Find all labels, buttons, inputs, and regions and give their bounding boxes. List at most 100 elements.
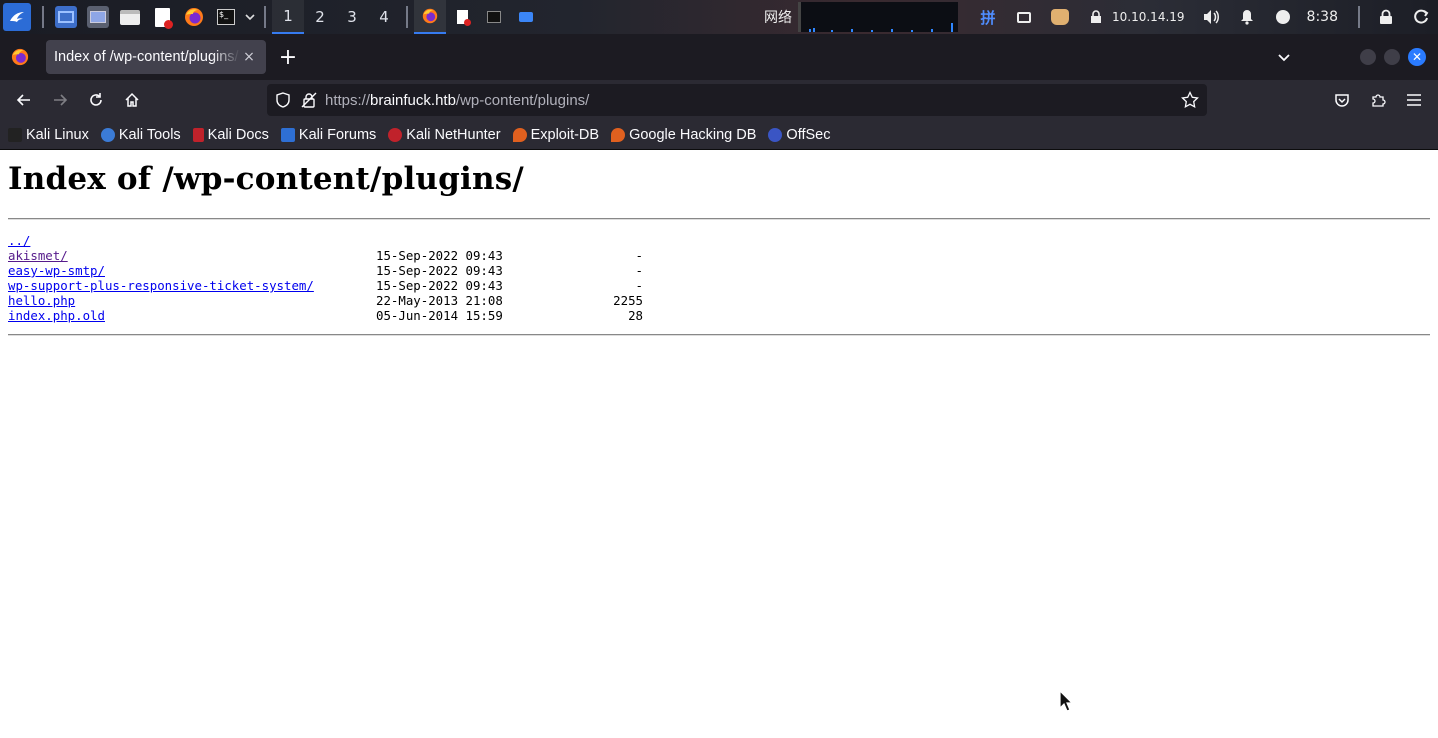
tab-active[interactable]: Index of /wp-content/plugins/ × (46, 40, 266, 74)
vpn-lock-icon[interactable] (1084, 5, 1108, 29)
task-text-editor[interactable] (446, 0, 478, 34)
ghdb-icon (611, 127, 626, 142)
entry-date: 22-May-2013 21:08 (376, 293, 503, 308)
listing-row: hello.php 22-May-2013 21:08 2255 (8, 293, 708, 308)
forward-arrow-icon (54, 94, 68, 106)
hamburger-menu-icon (1407, 94, 1421, 106)
workspace-2[interactable]: 2 (304, 0, 336, 34)
show-desktop-icon[interactable] (55, 6, 77, 28)
folder-icon (519, 12, 533, 22)
list-all-tabs-button[interactable] (1266, 39, 1302, 75)
tab-strip: Index of /wp-content/plugins/ × + ✕ (0, 34, 1438, 80)
pocket-button[interactable] (1324, 84, 1360, 116)
bookmark-star-icon[interactable] (1181, 91, 1199, 109)
exploit-db-icon (512, 127, 527, 142)
listing-row: akismet/ 15-Sep-2022 09:43 - (8, 248, 708, 263)
panel-separator (1358, 6, 1360, 28)
bookmark-kali-forums[interactable]: Kali Forums (280, 127, 376, 143)
close-tab-icon[interactable]: × (240, 48, 258, 66)
address-bar[interactable]: https://brainfuck.htb/wp-content/plugins… (267, 84, 1207, 116)
bookmark-label: Exploit-DB (530, 126, 600, 143)
vpn-ip-address: 10.10.14.19 (1112, 10, 1185, 24)
maximize-window-button[interactable] (1384, 49, 1400, 65)
lock-screen-icon[interactable] (1374, 5, 1398, 29)
chevron-down-icon[interactable] (244, 6, 256, 28)
bookmark-label: Google Hacking DB (629, 126, 757, 143)
url-text[interactable]: https://brainfuck.htb/wp-content/plugins… (325, 92, 589, 109)
task-firefox[interactable] (414, 0, 446, 34)
entry-link-akismet[interactable]: akismet/ (8, 248, 68, 263)
power-manager-icon[interactable] (1271, 5, 1295, 29)
task-terminal[interactable] (478, 0, 510, 34)
back-arrow-icon (16, 94, 30, 106)
bookmark-kali-linux[interactable]: Kali Linux (8, 127, 89, 143)
bookmark-kali-nethunter[interactable]: Kali NetHunter (388, 127, 501, 143)
panel-separator (42, 6, 44, 28)
bookmark-offsec[interactable]: OffSec (768, 127, 830, 143)
volume-icon[interactable] (1199, 5, 1223, 29)
firefox-icon (422, 8, 438, 24)
new-tab-button[interactable]: + (270, 39, 306, 75)
notification-bell-icon[interactable] (1235, 5, 1259, 29)
app-menu-button[interactable] (1396, 84, 1432, 116)
network-graph (798, 2, 959, 32)
home-button[interactable] (116, 84, 148, 116)
tracking-protection-shield-icon[interactable] (275, 92, 291, 108)
listing-row: easy-wp-smtp/ 15-Sep-2022 09:43 - (8, 263, 708, 278)
workspace-3[interactable]: 3 (336, 0, 368, 34)
entry-size: - (635, 263, 643, 278)
terminal-launcher-icon[interactable]: $_ (215, 6, 237, 28)
bookmark-label: Kali Linux (26, 126, 89, 143)
panel-separator (406, 6, 408, 28)
bookmark-kali-docs[interactable]: Kali Docs (192, 127, 269, 143)
file-manager-icon[interactable] (119, 6, 141, 28)
entry-size: - (635, 248, 643, 263)
workspace-1[interactable]: 1 (272, 0, 304, 34)
entry-link-index-php-old[interactable]: index.php.old (8, 308, 105, 323)
kali-menu-icon[interactable] (3, 3, 31, 31)
entry-size: - (635, 278, 643, 293)
clock[interactable]: 8:38 (1307, 9, 1338, 25)
back-button[interactable] (8, 84, 40, 116)
close-window-button[interactable]: ✕ (1408, 48, 1426, 66)
lock-icon[interactable] (301, 92, 317, 108)
entry-date: 05-Jun-2014 15:59 (376, 308, 503, 323)
entry-size: 28 (628, 308, 643, 323)
extensions-button[interactable] (1360, 84, 1396, 116)
parent-directory-link[interactable]: ../ (8, 233, 30, 248)
offsec-icon (768, 127, 783, 142)
text-editor-icon[interactable] (151, 6, 173, 29)
entry-link-wp-support-plus[interactable]: wp-support-plus-responsive-ticket-system… (8, 278, 314, 293)
bookmark-exploit-db[interactable]: Exploit-DB (512, 126, 600, 143)
bookmark-label: OffSec (786, 126, 831, 143)
firefox-launcher-icon[interactable] (183, 6, 205, 28)
minimize-window-button[interactable] (1360, 49, 1376, 65)
firefox-view-button[interactable] (0, 34, 40, 80)
input-method-icon[interactable]: 拼 (976, 5, 1000, 29)
cat-avatar-icon[interactable] (1048, 5, 1072, 29)
toolbar-right (1324, 84, 1438, 116)
puzzle-piece-icon (1372, 94, 1386, 107)
listing-row: index.php.old 05-Jun-2014 15:59 28 (8, 308, 708, 323)
entry-link-hello-php[interactable]: hello.php (8, 293, 75, 308)
listing-row: wp-support-plus-responsive-ticket-system… (8, 278, 708, 293)
bookmarks-toolbar: Kali Linux Kali Tools Kali Docs Kali For… (0, 120, 1438, 150)
entry-link-easy-wp-smtp[interactable]: easy-wp-smtp/ (8, 263, 105, 278)
page-title: Index of /wp-content/plugins/ (8, 161, 524, 197)
forward-button[interactable] (44, 84, 76, 116)
logout-icon[interactable] (1410, 5, 1434, 29)
bookmark-google-hacking-db[interactable]: Google Hacking DB (611, 127, 756, 143)
pocket-icon (1335, 94, 1349, 107)
task-file-manager[interactable] (510, 0, 542, 34)
entry-date: 15-Sep-2022 09:43 (376, 263, 503, 278)
bookmark-kali-tools[interactable]: Kali Tools (100, 127, 181, 143)
workspace-4[interactable]: 4 (368, 0, 400, 34)
url-host: brainfuck.htb (370, 91, 456, 109)
workspace-switcher-icon[interactable] (87, 6, 109, 28)
tab-title: Index of /wp-content/plugins/ (54, 49, 239, 65)
kali-dragon-icon (8, 127, 22, 142)
mouse-cursor-icon (1059, 690, 1073, 712)
kali-forums-icon (280, 127, 295, 142)
reload-button[interactable] (80, 84, 112, 116)
screenshot-icon[interactable] (1012, 5, 1036, 29)
